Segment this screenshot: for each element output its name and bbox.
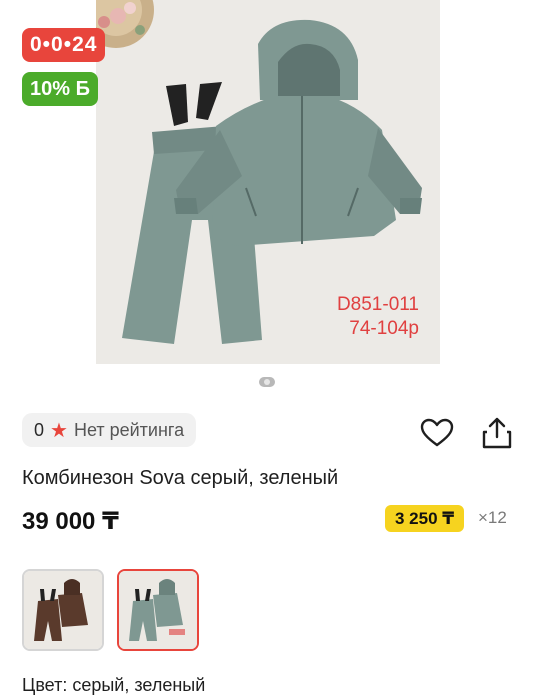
rating-value: 0 (34, 419, 45, 440)
photo-caption-sizes: 74-104р (349, 318, 419, 339)
carousel-indicator (259, 377, 275, 387)
rating-text: Нет рейтинга (73, 419, 185, 440)
product-title: Комбинезон Sova серый, зеленый (22, 467, 339, 489)
photo-caption-code: D851-011 (337, 294, 419, 315)
product-price: 39 000 ₸ (22, 508, 119, 535)
variant-thumbnail-gray-green[interactable] (117, 569, 199, 651)
heart-icon (420, 418, 454, 447)
favorite-button[interactable] (420, 418, 454, 448)
installment-months: ×12 (478, 508, 507, 527)
color-label: Цвет: серый, зеленый (22, 675, 206, 695)
bonus-badge: 10% Б (22, 72, 98, 106)
variant-thumbnail-brown[interactable] (22, 569, 104, 651)
share-icon (482, 417, 512, 449)
product-main-photo[interactable]: D851-011 74-104р (96, 0, 440, 364)
star-icon: ★ (50, 419, 68, 442)
share-button[interactable] (480, 416, 514, 450)
rating-chip[interactable]: 0 ★ Нет рейтинга (22, 413, 197, 447)
installment-badge[interactable]: 3 250 ₸ (385, 505, 465, 532)
timer-badge: 0•0•24 (22, 28, 106, 62)
